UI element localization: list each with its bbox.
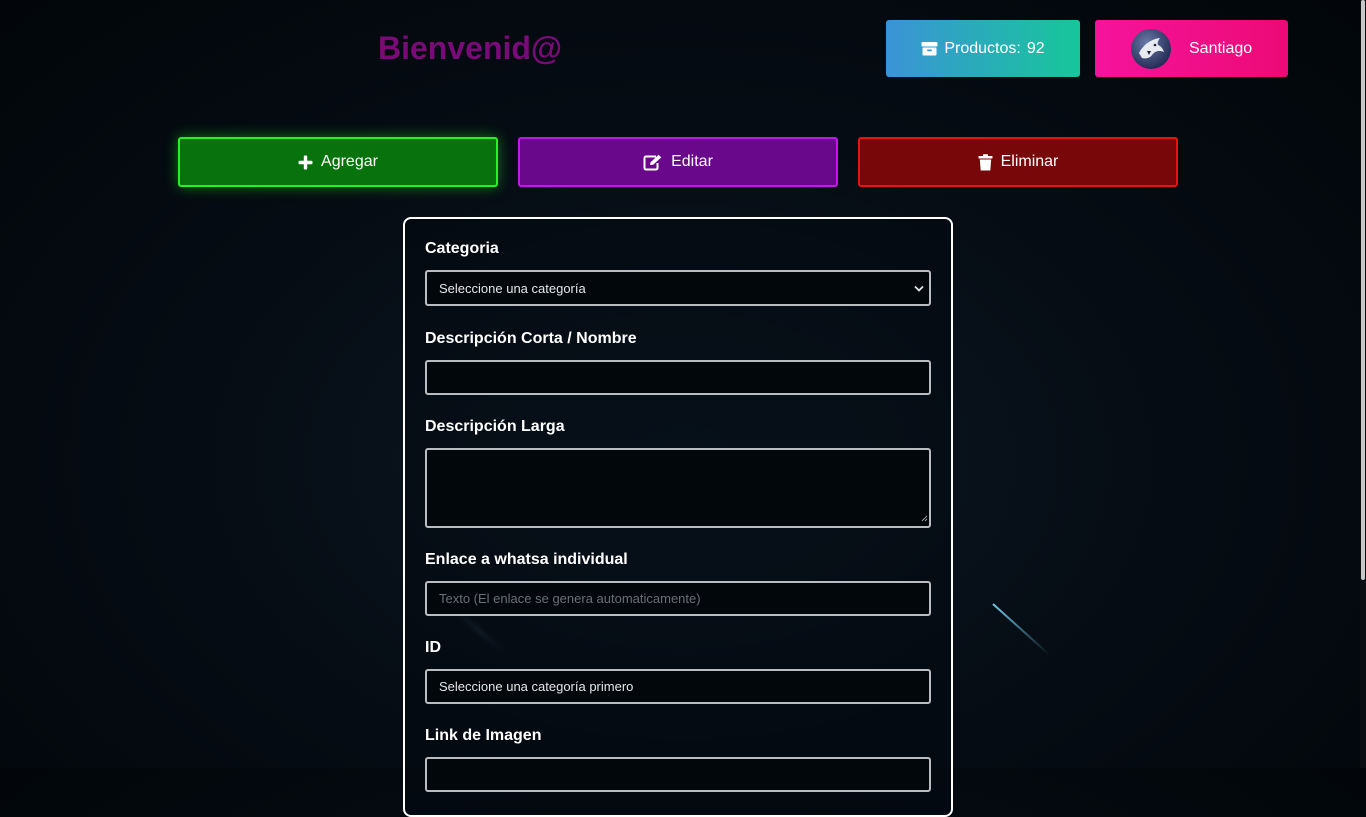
chevron-down-icon bbox=[913, 281, 925, 296]
plus-icon bbox=[298, 155, 313, 170]
long-description-label: Descripción Larga bbox=[425, 418, 565, 435]
box-icon bbox=[921, 41, 938, 56]
decorative-streak bbox=[992, 603, 1051, 656]
user-menu-button[interactable]: Santiago bbox=[1095, 20, 1288, 77]
scrollbar[interactable] bbox=[1360, 0, 1366, 768]
add-button-label: Agregar bbox=[321, 153, 378, 170]
short-description-label: Descripción Corta / Nombre bbox=[425, 330, 637, 347]
image-link-input[interactable] bbox=[425, 757, 931, 792]
avatar bbox=[1131, 28, 1171, 69]
id-value: Seleccione una categoría primero bbox=[439, 679, 634, 694]
category-label: Categoria bbox=[425, 240, 499, 257]
image-link-label: Link de Imagen bbox=[425, 727, 542, 744]
category-select-value: Seleccione una categoría bbox=[439, 280, 586, 296]
trash-icon bbox=[978, 153, 993, 171]
long-description-textarea[interactable] bbox=[425, 448, 931, 528]
id-label: ID bbox=[425, 639, 441, 656]
delete-button-label: Eliminar bbox=[1000, 153, 1059, 170]
products-label: Productos: bbox=[944, 39, 1021, 57]
whatsapp-label: Enlace a whatsa individual bbox=[425, 551, 628, 568]
page-title: Bienvenid@ bbox=[378, 30, 563, 66]
short-description-input[interactable] bbox=[425, 360, 931, 395]
scrollbar-thumb[interactable] bbox=[1361, 0, 1365, 580]
products-count-button[interactable]: Productos: 92 bbox=[886, 20, 1080, 77]
edit-button-label: Editar bbox=[671, 153, 713, 170]
user-name: Santiago bbox=[1189, 39, 1253, 57]
resize-handle-icon[interactable] bbox=[920, 510, 928, 525]
id-input[interactable]: Seleccione una categoría primero bbox=[425, 669, 931, 704]
whatsapp-input[interactable]: Texto (El enlace se genera automaticamen… bbox=[425, 581, 931, 616]
edit-icon bbox=[643, 154, 663, 171]
category-select[interactable]: Seleccione una categoría bbox=[425, 270, 931, 306]
whatsapp-placeholder: Texto (El enlace se genera automaticamen… bbox=[439, 591, 701, 606]
add-button[interactable]: Agregar bbox=[178, 137, 498, 187]
delete-button[interactable]: Eliminar bbox=[858, 137, 1178, 187]
products-count: 92 bbox=[1026, 39, 1045, 57]
product-form: Categoria Seleccione una categoría Descr… bbox=[403, 217, 953, 817]
edit-button[interactable]: Editar bbox=[518, 137, 838, 187]
